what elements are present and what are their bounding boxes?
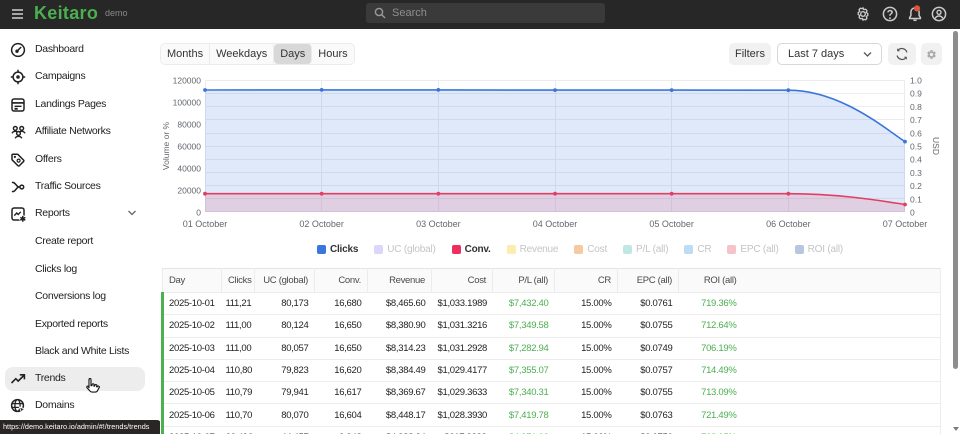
- svg-text:20000: 20000: [177, 186, 201, 196]
- svg-text:0.2: 0.2: [910, 181, 922, 191]
- svg-text:06 October: 06 October: [766, 219, 811, 229]
- svg-text:0.4: 0.4: [910, 155, 922, 165]
- svg-text:01 October: 01 October: [183, 219, 228, 229]
- svg-text:0: 0: [910, 208, 915, 218]
- svg-text:60000: 60000: [177, 142, 201, 152]
- svg-text:100000: 100000: [173, 98, 202, 108]
- svg-text:0.3: 0.3: [910, 168, 922, 178]
- svg-text:1.0: 1.0: [910, 76, 922, 86]
- svg-text:0.1: 0.1: [910, 194, 922, 204]
- svg-text:07 October: 07 October: [883, 219, 928, 229]
- svg-text:0.7: 0.7: [910, 115, 922, 125]
- svg-text:120000: 120000: [173, 76, 202, 86]
- svg-text:USD: USD: [931, 137, 941, 155]
- svg-text:Volume or %: Volume or %: [161, 121, 171, 170]
- svg-text:04 October: 04 October: [533, 219, 578, 229]
- svg-text:0: 0: [196, 208, 201, 218]
- svg-text:03 October: 03 October: [416, 219, 461, 229]
- svg-text:0.8: 0.8: [910, 102, 922, 112]
- svg-text:05 October: 05 October: [649, 219, 694, 229]
- svg-text:0.9: 0.9: [910, 89, 922, 99]
- svg-text:40000: 40000: [177, 164, 201, 174]
- svg-text:0.6: 0.6: [910, 128, 922, 138]
- svg-text:80000: 80000: [177, 120, 201, 130]
- svg-text:02 October: 02 October: [299, 219, 344, 229]
- svg-text:0.5: 0.5: [910, 142, 922, 152]
